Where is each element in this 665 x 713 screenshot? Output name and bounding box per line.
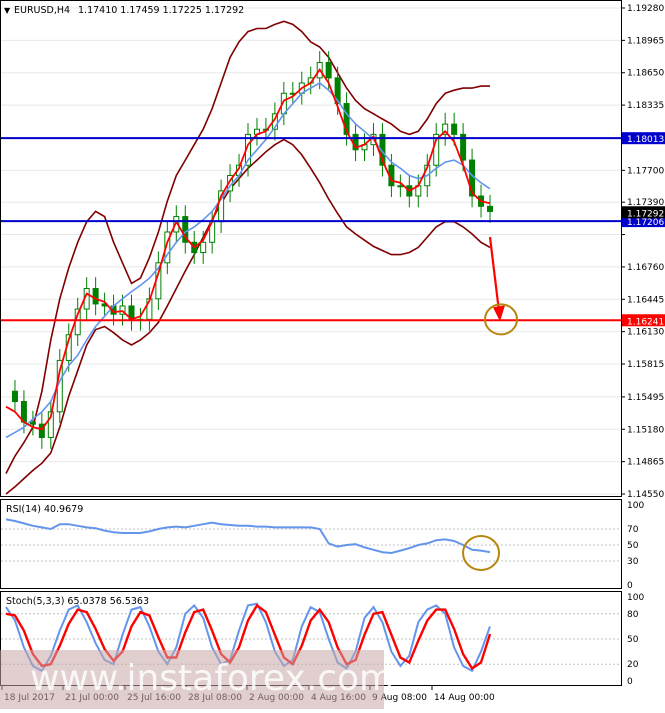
price-axis: 1.192801.189651.186501.183351.177001.173… [621, 0, 665, 709]
rsi-pane-frame [0, 499, 622, 589]
stoch-label: Stoch(5,3,3) 65.0378 56.5363 [6, 596, 149, 607]
price-tick-label-10: 1.15495 [627, 393, 664, 403]
chart-canvas: 1.192801.189651.186501.183351.177001.173… [0, 0, 665, 709]
stoch-scale-label-80: 80 [627, 610, 639, 620]
collapse-triangle-icon[interactable]: ▼ [4, 6, 11, 15]
price-tick-label-13: 1.14550 [627, 490, 664, 500]
current-price-label: 1.17292 [627, 209, 664, 219]
rsi-scale-label-50: 50 [627, 541, 639, 551]
rsi-scale-label-100: 100 [627, 501, 644, 511]
watermark-text: www.instaforex.com [30, 658, 394, 699]
rsi-label: RSI(14) 40.9679 [6, 504, 83, 515]
chart-ohlc-label: 1.17410 1.17459 1.17225 1.17292 [78, 5, 244, 16]
price-tick-label-3: 1.18335 [627, 101, 664, 111]
level-label-resistance: 1.18013 [627, 135, 664, 145]
price-tick-label-6: 1.16760 [627, 263, 664, 273]
stoch-scale-label-50: 50 [627, 635, 639, 645]
candle-body-54 [487, 205, 493, 212]
candle-body-44 [397, 185, 404, 188]
price-tick-label-0: 1.19280 [627, 4, 664, 14]
price-tick-label-12: 1.14865 [627, 458, 664, 468]
price-tick-label-9: 1.15815 [627, 360, 664, 370]
chart-symbol-label: EURUSD,H4 [14, 5, 70, 16]
candle-body-10 [92, 288, 99, 305]
price-tick-label-4: 1.17700 [627, 166, 664, 176]
trading-chart: 1.19280 1.18965 1.18650 1.18335 1.17700 1.173… [0, 0, 665, 709]
time-tick-label-7: 14 Aug 00:00 [434, 693, 495, 703]
candle-body-1 [11, 390, 18, 403]
price-tick-label-2: 1.18650 [627, 69, 664, 79]
candle-body-22 [200, 241, 207, 254]
price-tick-label-11: 1.15180 [627, 425, 664, 435]
price-tick-label-1: 1.18965 [627, 36, 664, 46]
stoch-scale-label-0: 0 [627, 677, 633, 687]
level-label-support: 1.17206 [627, 218, 664, 228]
level-label-target: 1.16241 [627, 317, 664, 327]
stoch-scale-label-20: 20 [627, 660, 639, 670]
rsi-scale-label-70: 70 [627, 525, 639, 535]
price-tick-label-7: 1.16445 [627, 295, 664, 305]
rsi-scale-label-30: 30 [627, 557, 639, 567]
candle-body-36 [325, 61, 332, 79]
candle-body-3 [29, 421, 36, 425]
rsi-scale-label-0: 0 [627, 581, 633, 591]
candle-body-50 [451, 123, 458, 135]
price-tick-label-8: 1.16130 [627, 328, 664, 338]
stoch-scale-label-100: 100 [627, 593, 644, 603]
